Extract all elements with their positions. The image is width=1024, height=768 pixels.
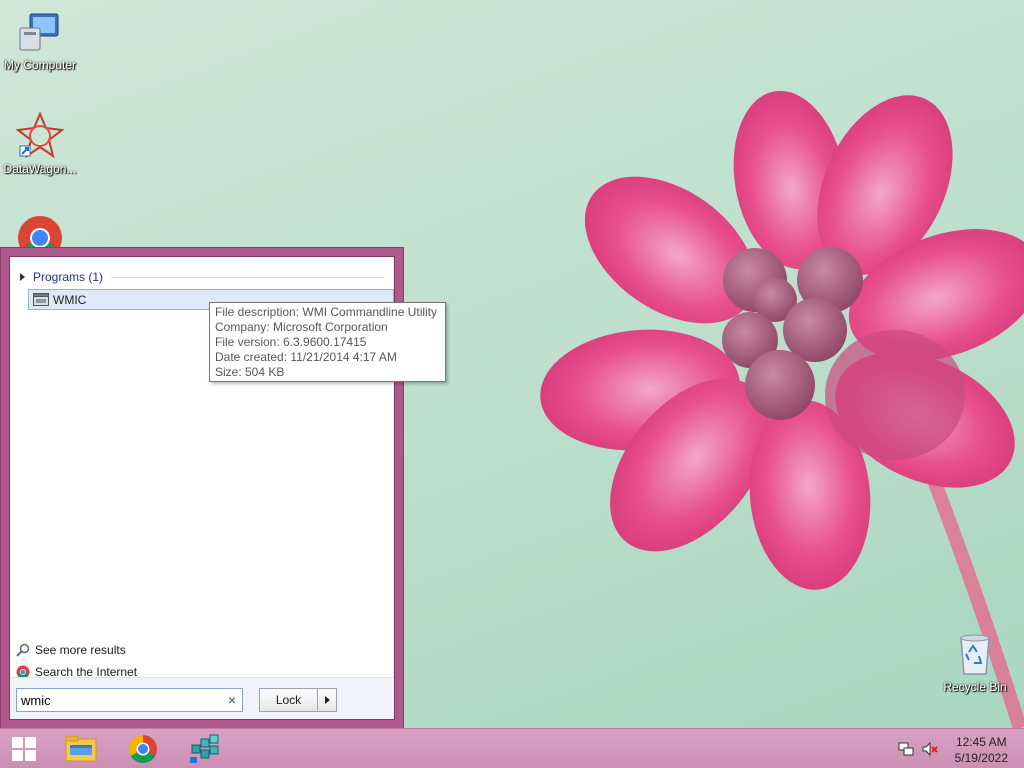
desktop-icon-label: My Computer xyxy=(3,58,77,72)
expand-triangle-icon xyxy=(20,273,25,281)
lock-button-main[interactable]: Lock xyxy=(260,689,318,711)
tooltip-line: Date created: 11/21/2014 4:17 AM xyxy=(215,350,397,364)
taskbar-network-app[interactable] xyxy=(181,731,229,767)
desktop-icon-datawagon[interactable]: DataWagon... xyxy=(0,111,80,176)
network-cubes-icon xyxy=(190,734,219,763)
taskbar-file-explorer[interactable] xyxy=(57,731,105,767)
tooltip-line: File version: 6.3.9600.17415 xyxy=(215,335,367,349)
see-more-label: See more results xyxy=(35,643,126,657)
tooltip-line: Size: 504 KB xyxy=(215,365,285,379)
desktop-icon-my-computer[interactable]: My Computer xyxy=(0,8,80,72)
clock-time: 12:45 AM xyxy=(955,735,1007,749)
wmic-icon xyxy=(33,292,49,307)
search-magnifier-icon xyxy=(16,643,30,657)
group-header-label: Programs (1) xyxy=(33,270,104,284)
clear-search-icon[interactable]: × xyxy=(228,692,236,708)
tooltip-line: Company: Microsoft Corporation xyxy=(215,320,388,334)
taskbar-chrome[interactable] xyxy=(119,731,167,767)
group-divider xyxy=(111,276,384,278)
recycle-bin-icon xyxy=(951,630,999,678)
search-input[interactable] xyxy=(21,692,217,708)
start-windows-icon xyxy=(12,737,36,761)
file-explorer-icon xyxy=(65,735,97,762)
desktop-icon-recycle-bin[interactable]: Recycle Bin xyxy=(935,630,1015,694)
chevron-right-icon xyxy=(324,696,330,704)
desktop-icon-label: DataWagon... xyxy=(3,162,77,176)
clock-date: 5/19/2022 xyxy=(954,751,1008,765)
power-options-arrow[interactable] xyxy=(318,689,336,711)
taskbar: 12:45 AM 5/19/2022 xyxy=(0,728,1024,768)
start-button[interactable] xyxy=(0,731,48,767)
chrome-icon xyxy=(129,735,157,763)
search-box[interactable]: × xyxy=(16,688,243,712)
desktop-icon-label: Recycle Bin xyxy=(943,680,1007,694)
lock-button[interactable]: Lock xyxy=(259,688,337,712)
volume-muted-icon[interactable] xyxy=(922,741,938,757)
programs-group-header[interactable]: Programs (1) xyxy=(20,269,384,285)
file-info-tooltip: File description: WMI Commandline Utilit… xyxy=(209,302,446,382)
taskbar-clock[interactable]: 12:45 AM 5/19/2022 xyxy=(955,734,1008,766)
my-computer-icon xyxy=(16,8,64,56)
see-more-results-link[interactable]: See more results xyxy=(16,641,126,659)
datawagon-icon xyxy=(15,111,65,160)
network-icon[interactable] xyxy=(898,741,914,757)
start-menu-bottom-bar: × Lock xyxy=(10,677,394,719)
tooltip-line: File description: WMI Commandline Utilit… xyxy=(215,305,438,319)
result-item-label: WMIC xyxy=(53,292,87,307)
